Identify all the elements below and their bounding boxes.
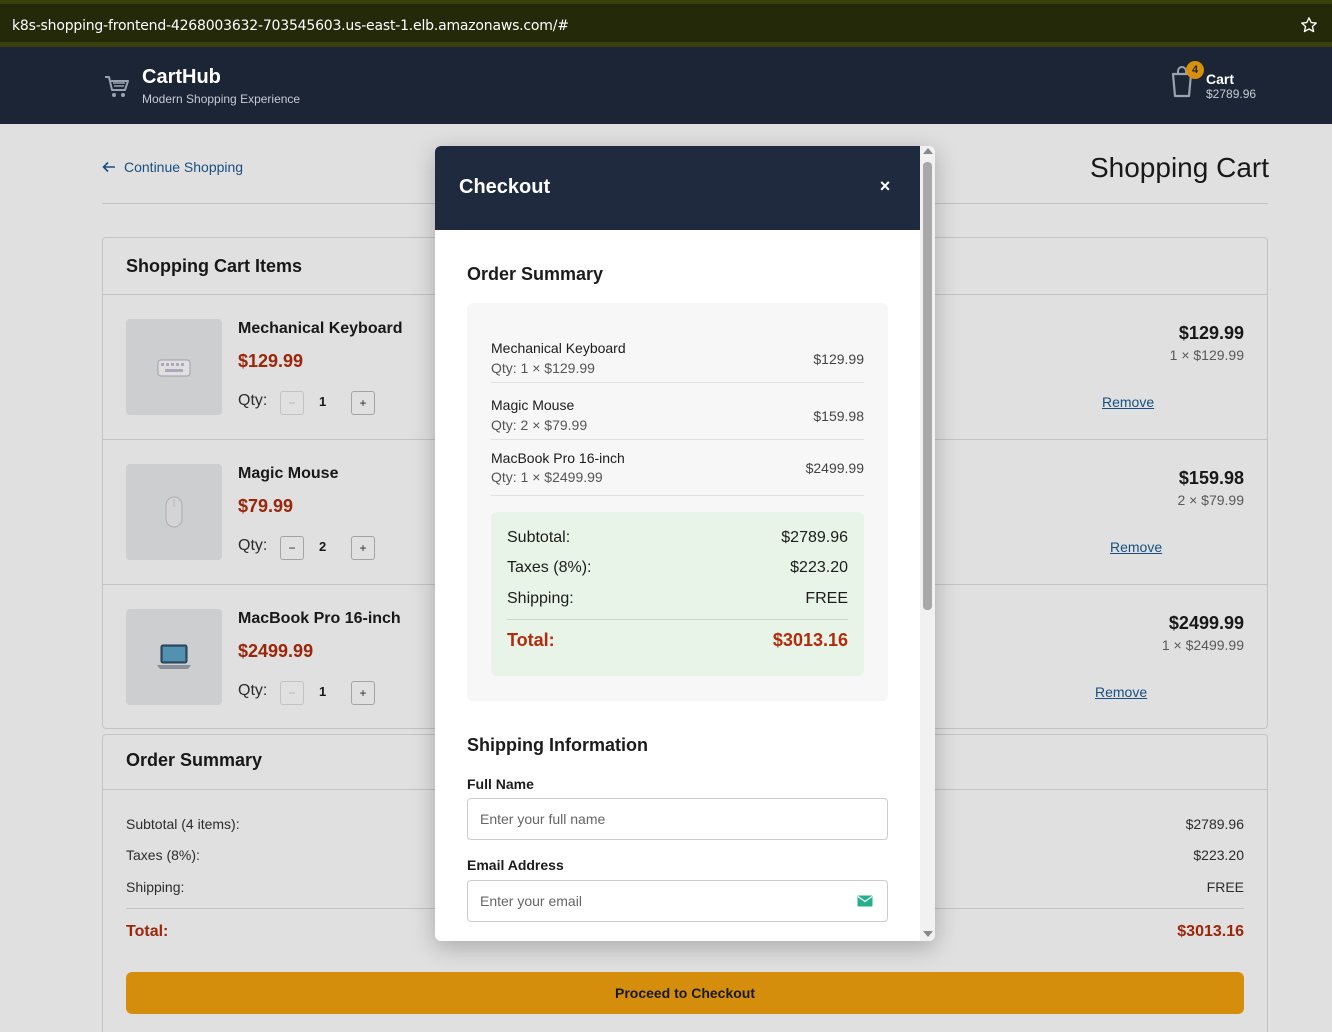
checkout-modal: Checkout × Order Summary Mechanical Keyb… — [435, 146, 935, 941]
totals-box: Subtotal: $2789.96 Taxes (8%): $223.20 S… — [491, 512, 864, 676]
brand-tagline: Modern Shopping Experience — [142, 92, 301, 106]
shopping-cart-logo-icon — [105, 76, 129, 97]
list-item: MacBook Pro 16-inch Qty: 1 × $2499.99 $2… — [491, 440, 864, 496]
total-label: Total: — [507, 630, 555, 650]
app-header: CartHub Modern Shopping Experience 4 Car… — [0, 47, 1332, 124]
subtotal-value: $2789.96 — [781, 529, 848, 546]
total-row: Total: $3013.16 — [507, 630, 848, 651]
url-text[interactable]: k8s-shopping-frontend-4268003632-7035456… — [12, 18, 569, 34]
browser-toolbar: k8s-shopping-frontend-4268003632-7035456… — [0, 0, 1332, 47]
cart-total: $2789.96 — [1206, 87, 1257, 101]
scroll-thumb[interactable] — [923, 162, 932, 610]
summary-item-name: Mechanical Keyboard — [491, 340, 626, 356]
divider — [507, 619, 848, 620]
summary-item-amount: $2499.99 — [805, 460, 864, 476]
tax-row: Taxes (8%): $223.20 — [507, 559, 848, 577]
tax-value: $223.20 — [790, 559, 848, 576]
bookmark-star-icon[interactable] — [1300, 16, 1318, 34]
summary-item-amount: $159.98 — [813, 408, 864, 424]
shipping-row: Shipping: FREE — [507, 590, 848, 608]
list-item: Mechanical Keyboard Qty: 1 × $129.99 $12… — [491, 327, 864, 383]
summary-item-qty: Qty: 2 × $79.99 — [491, 417, 588, 433]
summary-item-amount: $129.99 — [813, 351, 864, 367]
brand-name[interactable]: CartHub — [142, 66, 221, 89]
shipping-information-title: Shipping Information — [467, 735, 648, 755]
email-icon — [857, 895, 873, 907]
shipping-label: Shipping: — [507, 590, 574, 607]
scroll-up-icon[interactable] — [923, 148, 933, 154]
summary-item-name: MacBook Pro 16-inch — [491, 450, 625, 466]
subtotal-label: Subtotal: — [507, 529, 571, 546]
summary-item-qty: Qty: 1 × $129.99 — [491, 360, 595, 376]
full-name-field[interactable] — [467, 798, 888, 840]
modal-order-summary: Mechanical Keyboard Qty: 1 × $129.99 $12… — [467, 303, 888, 701]
subtotal-row: Subtotal: $2789.96 — [507, 529, 848, 547]
address-bar[interactable]: k8s-shopping-frontend-4268003632-7035456… — [0, 4, 1332, 42]
shipping-value: FREE — [805, 590, 848, 607]
email-field[interactable] — [467, 880, 888, 922]
email-label: Email Address — [467, 857, 564, 873]
close-icon[interactable]: × — [877, 176, 893, 196]
full-name-label: Full Name — [467, 776, 534, 792]
list-item: Magic Mouse Qty: 2 × $79.99 $159.98 — [491, 384, 864, 440]
modal-title: Checkout — [459, 176, 551, 198]
scroll-down-icon[interactable] — [923, 931, 933, 937]
cart-label[interactable]: Cart — [1206, 71, 1234, 87]
modal-order-summary-title: Order Summary — [467, 264, 604, 284]
summary-item-qty: Qty: 1 × $2499.99 — [491, 469, 603, 485]
summary-item-name: Magic Mouse — [491, 397, 575, 413]
modal-scrollbar[interactable] — [920, 146, 935, 941]
total-value: $3013.16 — [772, 630, 848, 650]
cart-count-badge: 4 — [1186, 61, 1204, 79]
tax-label: Taxes (8%): — [507, 559, 592, 576]
modal-header: Checkout × — [435, 146, 920, 230]
